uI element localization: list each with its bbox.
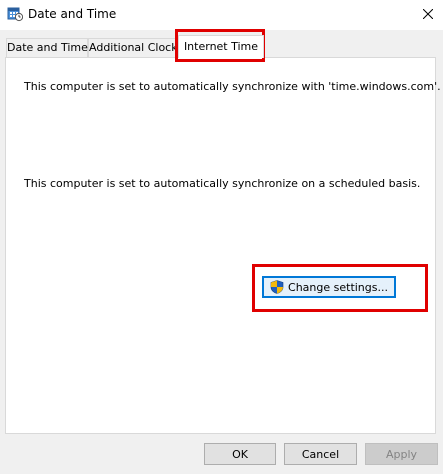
tab-date-and-time[interactable]: Date and Time (6, 38, 88, 57)
tab-label: Date and Time (7, 41, 88, 54)
ok-button[interactable]: OK (204, 443, 276, 465)
change-settings-label: Change settings... (288, 280, 388, 294)
tab-internet-time[interactable]: Internet Time (178, 35, 264, 58)
date-and-time-dialog: Date and Time Date and Time Additional C… (0, 0, 443, 474)
ok-label: OK (232, 447, 248, 461)
close-button[interactable] (413, 0, 443, 30)
internet-time-panel: This computer is set to automatically sy… (5, 57, 441, 434)
cancel-label: Cancel (301, 447, 340, 461)
tab-additional-clocks[interactable]: Additional Clocks (88, 38, 183, 57)
window-title: Date and Time (28, 7, 117, 21)
sync-schedule-text: This computer is set to automatically sy… (24, 177, 421, 190)
date-time-control-panel-icon (7, 6, 24, 22)
change-settings-button[interactable]: Change settings... (262, 276, 396, 298)
apply-label: Apply (385, 447, 418, 461)
close-icon (422, 8, 434, 22)
uac-shield-icon (270, 280, 284, 294)
apply-button[interactable]: Apply (365, 443, 438, 465)
tab-label: Internet Time (183, 40, 259, 53)
cancel-button[interactable]: Cancel (284, 443, 357, 465)
title-bar[interactable]: Date and Time (0, 0, 443, 30)
tab-label: Additional Clocks (89, 41, 184, 54)
sync-server-text: This computer is set to automatically sy… (24, 80, 441, 93)
